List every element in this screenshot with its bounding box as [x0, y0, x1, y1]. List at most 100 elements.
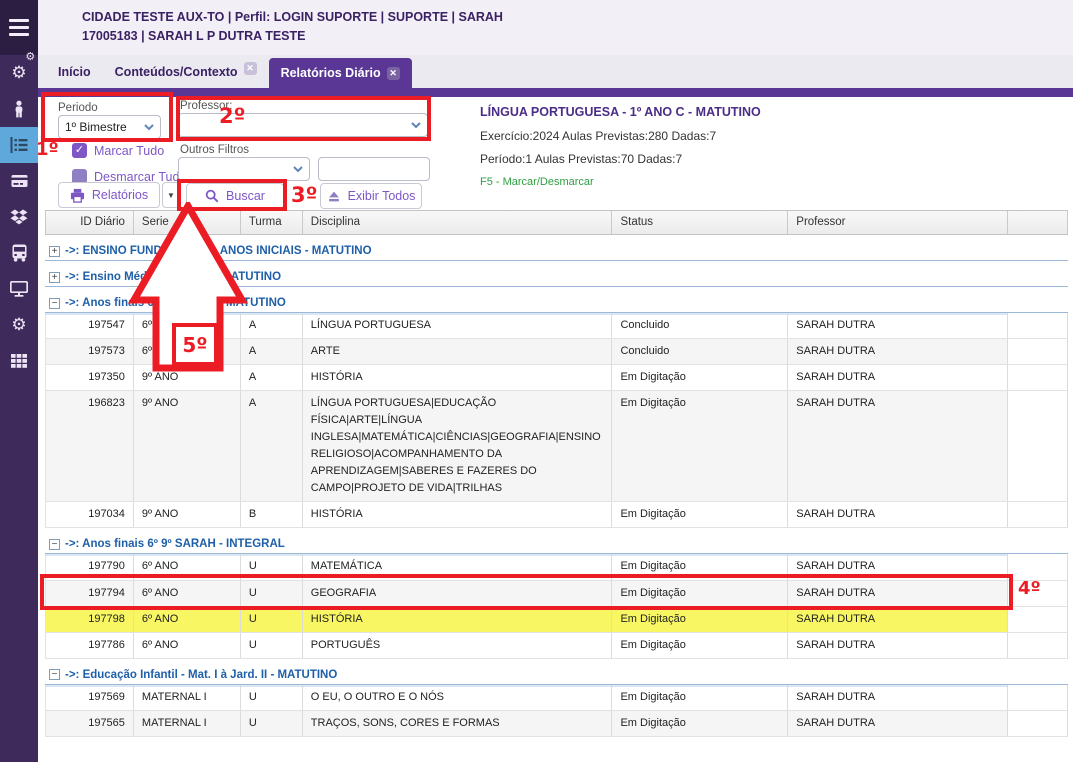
cell-professor: SARAH DUTRA: [788, 502, 1008, 527]
cell-professor: SARAH DUTRA: [788, 554, 1008, 579]
tab-conte-dos-contexto[interactable]: Conteúdos/Contexto✕: [103, 58, 269, 88]
cell-turma: A: [241, 339, 303, 364]
cell-status: Em Digitação: [612, 633, 788, 658]
dropbox-icon: [10, 209, 28, 226]
accent-bar: [38, 88, 1073, 97]
eject-icon: [327, 190, 341, 203]
table-header-row: ID DiárioSerieTurmaDisciplinaStatusProfe…: [45, 210, 1068, 235]
cell-turma: U: [241, 607, 303, 632]
buscar-label: Buscar: [226, 189, 265, 203]
tab-in-cio[interactable]: Início: [46, 58, 103, 88]
cell-empty: [1008, 685, 1068, 710]
outros-filtros-input[interactable]: [318, 157, 430, 181]
list-icon: [10, 137, 28, 153]
cell-disciplina: LÍNGUA PORTUGUESA: [303, 313, 613, 338]
cell-empty: [1008, 339, 1068, 364]
person-icon: [11, 100, 27, 118]
sidebar-item-person[interactable]: [0, 91, 38, 127]
group-row[interactable]: −->: Educação Infantil - Mat. I à Jard. …: [45, 659, 1068, 685]
cell-turma: U: [241, 554, 303, 579]
column-header: Professor: [788, 211, 1008, 234]
cell-disciplina: ARTE: [303, 339, 613, 364]
cell-turma: U: [241, 633, 303, 658]
cell-turma: A: [241, 313, 303, 338]
cell-id: 197790: [46, 554, 134, 579]
table-row[interactable]: 1975736º ANOAARTEConcluidoSARAH DUTRA: [45, 339, 1068, 365]
cell-empty: [1008, 502, 1068, 527]
cell-empty: [1008, 554, 1068, 579]
cell-id: 197547: [46, 313, 134, 338]
group-row[interactable]: + ->: ENSINO FUNDAMENTAL ANOS INICIAIS - …: [45, 235, 1068, 261]
group-label: ->: ENSINO FUNDAMENTAL ANOS INICIAIS - M…: [65, 245, 372, 257]
cell-professor: SARAH DUTRA: [788, 711, 1008, 736]
column-header: Turma: [241, 211, 303, 234]
cell-serie: 6º ANO: [134, 313, 241, 338]
cell-professor: SARAH DUTRA: [788, 365, 1008, 390]
cell-disciplina: PORTUGUÊS: [303, 633, 613, 658]
cell-disciplina: GEOGRAFIA: [303, 581, 613, 606]
outros-filtros-select[interactable]: [178, 157, 310, 181]
periodo-select[interactable]: 1º Bimestre: [58, 115, 161, 139]
collapse-icon[interactable]: −: [49, 298, 60, 309]
table-row[interactable]: 1977906º ANOUMATEMÁTICAEm DigitaçãoSARAH…: [45, 554, 1068, 580]
table-row[interactable]: 1977946º ANOUGEOGRAFIAEm DigitaçãoSARAH …: [45, 581, 1068, 607]
table-row[interactable]: 197569MATERNAL IUO EU, O OUTRO E O NÓSEm…: [45, 685, 1068, 711]
cell-empty: [1008, 633, 1068, 658]
group-row[interactable]: −->: Anos finais 6º 9º SARAH - INTEGRAL: [45, 528, 1068, 554]
cell-status: Concluido: [612, 313, 788, 338]
sidebar-item-gear[interactable]: ⚙: [0, 307, 38, 343]
group-row[interactable]: −->: Anos finais 6º 9º SARAH - MATUTINO: [45, 287, 1068, 313]
table-row[interactable]: 1977866º ANOUPORTUGUÊSEm DigitaçãoSARAH …: [45, 633, 1068, 659]
cell-serie: 6º ANO: [134, 607, 241, 632]
cell-empty: [1008, 607, 1068, 632]
expand-icon[interactable]: +: [49, 246, 60, 257]
table-row[interactable]: 1973509º ANOAHISTÓRIAEm DigitaçãoSARAH D…: [45, 365, 1068, 391]
collapse-icon[interactable]: −: [49, 669, 60, 680]
cell-empty: [1008, 581, 1068, 606]
sidebar-item-card[interactable]: [0, 163, 38, 199]
cell-serie: 9º ANO: [134, 365, 241, 390]
group-row[interactable]: +->: Ensino Médio (Regular) - MATUTINO: [45, 261, 1068, 287]
card-icon: [11, 174, 28, 188]
sidebar-item-dropbox[interactable]: [0, 199, 38, 235]
sidebar-item-gears[interactable]: ⚙⚙: [0, 55, 38, 91]
relatorios-dropdown-caret[interactable]: ▼: [162, 182, 180, 208]
collapse-icon[interactable]: −: [49, 539, 60, 550]
cell-serie: MATERNAL I: [134, 685, 241, 710]
sidebar-item-list[interactable]: [0, 127, 38, 163]
cell-empty: [1008, 711, 1068, 736]
cell-disciplina: LÍNGUA PORTUGUESA|EDUCAÇÃO FÍSICA|ARTE|L…: [303, 391, 613, 501]
cell-id: 197786: [46, 633, 134, 658]
cell-id: 197573: [46, 339, 134, 364]
table-row-highlighted[interactable]: 1977986º ANOUHISTÓRIAEm DigitaçãoSARAH D…: [45, 607, 1068, 633]
cell-id: 197794: [46, 581, 134, 606]
expand-icon[interactable]: +: [49, 272, 60, 283]
sidebar-item-bus[interactable]: [0, 235, 38, 271]
tab-close-icon[interactable]: ✕: [244, 62, 257, 75]
cell-turma: U: [241, 711, 303, 736]
group-label: ->: Educação Infantil - Mat. I à Jard. I…: [65, 669, 337, 681]
marcar-tudo-checkbox[interactable]: ✓ Marcar Tudo: [72, 143, 164, 158]
cell-serie: 6º ANO: [134, 554, 241, 579]
f5-hint: F5 - Marcar/Desmarcar: [480, 176, 594, 188]
cell-professor: SARAH DUTRA: [788, 685, 1008, 710]
table-row[interactable]: 1975476º ANOALÍNGUA PORTUGUESAConcluidoS…: [45, 313, 1068, 339]
hamburger-menu-icon[interactable]: [0, 0, 38, 55]
tab-relat-rios-di-rio[interactable]: Relatórios Diário✕: [269, 58, 412, 88]
table-row[interactable]: 1968239º ANOALÍNGUA PORTUGUESA|EDUCAÇÃO …: [45, 391, 1068, 502]
checkbox-checked-icon: ✓: [72, 143, 87, 158]
buscar-button[interactable]: Buscar: [186, 183, 284, 209]
cell-disciplina: HISTÓRIA: [303, 607, 613, 632]
cell-empty: [1008, 365, 1068, 390]
tab-close-icon[interactable]: ✕: [387, 67, 400, 80]
bus-icon: [11, 244, 28, 262]
table-row[interactable]: 1970349º ANOBHISTÓRIAEm DigitaçãoSARAH D…: [45, 502, 1068, 528]
printer-icon: [70, 188, 85, 203]
professor-select[interactable]: [178, 113, 428, 137]
relatorios-button[interactable]: Relatórios: [58, 182, 160, 208]
exibir-todos-button[interactable]: Exibir Todos: [320, 183, 422, 209]
sidebar-item-monitor[interactable]: [0, 271, 38, 307]
tab-bar: InícioConteúdos/Contexto✕Relatórios Diár…: [38, 55, 1073, 88]
sidebar-item-grid[interactable]: [0, 343, 38, 379]
table-row[interactable]: 197565MATERNAL IUTRAÇOS, SONS, CORES E F…: [45, 711, 1068, 737]
